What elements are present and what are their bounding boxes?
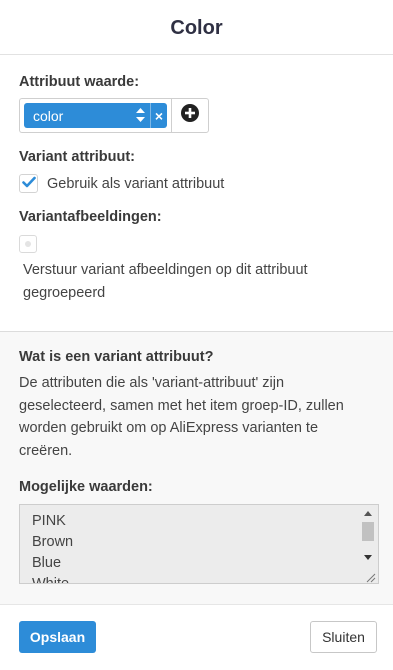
list-item: White [32, 576, 70, 584]
variant-attribute-option: Gebruik als variant attribuut [19, 174, 374, 193]
remove-tag-button[interactable]: × [150, 103, 167, 128]
variant-images-option-label: Verstuur variant afbeeldingen op dit att… [23, 262, 308, 301]
variant-images-label: Variantafbeeldingen: [19, 209, 162, 225]
close-button[interactable]: Sluiten [310, 621, 377, 653]
variant-attribute-label: Variant attribuut: [19, 149, 136, 165]
variant-images-toggle[interactable] [19, 235, 37, 253]
save-button[interactable]: Opslaan [19, 621, 96, 653]
modal-header: Color [0, 0, 393, 55]
attribute-value-control: color × [19, 98, 209, 133]
info-title: Wat is een variant attribuut? [19, 349, 214, 365]
selected-tag-main[interactable]: color [24, 103, 150, 128]
selected-tag: color × [24, 103, 167, 128]
possible-values-list: PINK Brown Blue White [20, 505, 378, 584]
variant-attribute-checkbox[interactable] [19, 174, 38, 193]
modal-footer: Opslaan Sluiten [0, 605, 393, 669]
sort-arrows-icon [136, 108, 145, 122]
list-item: PINK [32, 513, 66, 529]
radio-dot-icon [25, 241, 31, 247]
selected-tag-label: color [33, 107, 64, 124]
possible-values-label: Mogelijke waarden: [19, 479, 153, 495]
list-item: Brown [32, 534, 74, 550]
scroll-up-arrow-icon[interactable] [361, 507, 375, 519]
variant-attribute-checkbox-label: Gebruik als variant attribuut [47, 175, 225, 192]
add-attribute-button[interactable] [171, 98, 209, 133]
checkmark-icon [21, 175, 36, 193]
info-section: Wat is een variant attribuut? De attribu… [0, 332, 393, 605]
info-text: De attributen die als 'variant-attribuut… [19, 375, 344, 459]
modal-title: Color [170, 16, 223, 39]
attribute-value-label: Attribuut waarde: [19, 74, 140, 90]
scroll-down-arrow-icon[interactable] [361, 551, 375, 563]
attribute-value-select[interactable]: color × [19, 98, 171, 133]
modal: Color Attribuut waarde: color × Variant … [0, 0, 393, 669]
list-item: Blue [32, 555, 62, 571]
settings-section: Attribuut waarde: color × Variant attrib… [0, 55, 393, 332]
resize-grip-icon[interactable] [365, 570, 376, 583]
close-icon: × [154, 107, 164, 124]
possible-values-textarea[interactable]: PINK Brown Blue White [19, 504, 379, 584]
plus-circle-icon [181, 104, 199, 127]
scrollbar-thumb[interactable] [362, 522, 374, 541]
